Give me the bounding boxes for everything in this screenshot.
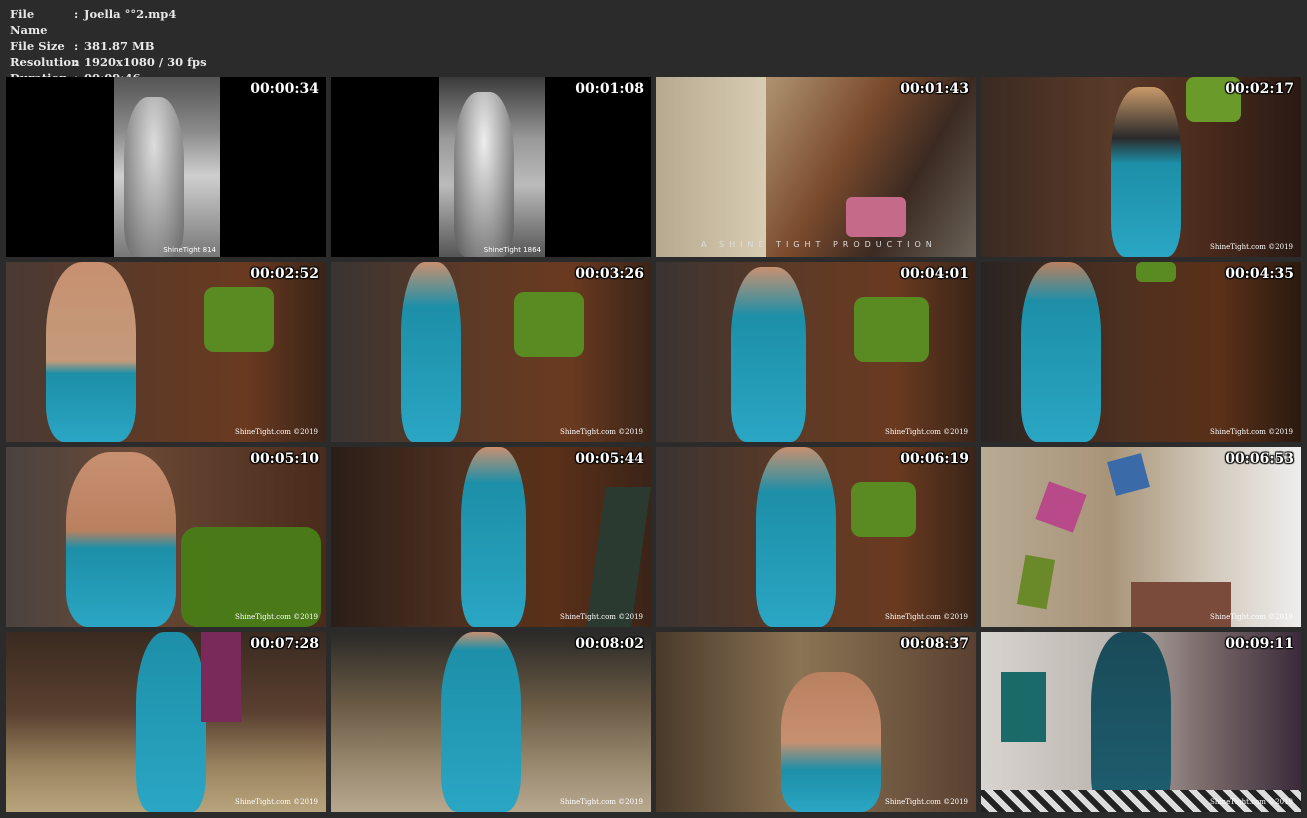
clothing-pile xyxy=(846,197,906,237)
thumbnail[interactable]: 00:01:43 A SHINE TIGHT PRODUCTION xyxy=(656,77,976,257)
thumbnail[interactable]: 00:06:19 ShineTight.com ©2019 xyxy=(656,447,976,627)
wall-art xyxy=(1107,453,1150,496)
thumbnail[interactable]: 00:03:26 ShineTight.com ©2019 xyxy=(331,262,651,442)
stone-wall xyxy=(656,77,766,257)
thumbnail[interactable]: ShineTight 1864 00:01:08 xyxy=(331,77,651,257)
watermark: ShineTight.com ©2019 xyxy=(560,613,643,621)
thumbnail[interactable]: 00:09:11 ShineTight.com ©2019 xyxy=(981,632,1301,812)
timestamp: 00:08:02 xyxy=(575,636,644,652)
file-info-header: File Name : Joella °°2.mp4 File Size : 3… xyxy=(10,6,207,86)
file-size-value: 381.87 MB xyxy=(84,39,155,53)
green-garment xyxy=(1136,262,1176,282)
green-garment xyxy=(514,292,584,357)
resolution-row: Resolution : 1920x1080 / 30 fps xyxy=(10,54,207,70)
thumbnail-grid: ShineTight 814 00:00:34 ShineTight 1864 … xyxy=(6,77,1301,812)
watermark: ShineTight.com ©2019 xyxy=(1210,428,1293,436)
timestamp: 00:07:28 xyxy=(250,636,319,652)
watermark: ShineTight.com ©2019 xyxy=(1210,243,1293,251)
timestamp: 00:05:10 xyxy=(250,451,319,467)
watermark: ShineTight.com ©2019 xyxy=(560,428,643,436)
watermark: ShineTight.com ©2019 xyxy=(235,428,318,436)
timestamp: 00:06:19 xyxy=(900,451,969,467)
resolution-label: Resolution xyxy=(10,55,80,69)
person-figure xyxy=(1111,87,1181,257)
thumbnail[interactable]: 00:05:10 ShineTight.com ©2019 xyxy=(6,447,326,627)
timestamp: 00:04:35 xyxy=(1225,266,1294,282)
thumbnail[interactable]: 00:02:17 ShineTight.com ©2019 xyxy=(981,77,1301,257)
timestamp: 00:00:34 xyxy=(250,81,319,97)
person-figure xyxy=(46,262,136,442)
easel-board xyxy=(586,487,651,627)
person-figure xyxy=(1021,262,1101,442)
file-size-row: File Size : 381.87 MB xyxy=(10,38,207,54)
timestamp: 00:02:17 xyxy=(1225,81,1294,97)
watermark: ShineTight.com ©2019 xyxy=(235,613,318,621)
green-garment xyxy=(854,297,929,362)
person-figure xyxy=(781,672,881,812)
resolution-value: 1920x1080 / 30 fps xyxy=(84,55,207,69)
person-figure xyxy=(1091,632,1171,812)
person-figure xyxy=(731,267,806,442)
timestamp: 00:04:01 xyxy=(900,266,969,282)
wall-art xyxy=(1016,554,1056,610)
frame-tag: ShineTight 1864 xyxy=(483,246,541,254)
thumbnail[interactable]: 00:08:02 ShineTight.com ©2019 xyxy=(331,632,651,812)
timestamp: 00:09:11 xyxy=(1225,636,1294,652)
thumbnail[interactable]: 00:02:52 ShineTight.com ©2019 xyxy=(6,262,326,442)
person-figure xyxy=(461,447,526,627)
file-name-label: File Name xyxy=(10,7,48,37)
separator: : xyxy=(74,7,79,21)
watermark: ShineTight.com ©2019 xyxy=(235,798,318,806)
vertical-frame: ShineTight 814 xyxy=(114,77,220,257)
person-figure xyxy=(441,632,521,812)
timestamp: 00:02:52 xyxy=(250,266,319,282)
timestamp: 00:05:44 xyxy=(575,451,644,467)
file-size-label: File Size xyxy=(10,39,65,53)
timestamp: 00:08:37 xyxy=(900,636,969,652)
person-figure xyxy=(454,92,514,257)
watermark: ShineTight.com ©2019 xyxy=(885,613,968,621)
wall-art xyxy=(1035,481,1087,533)
person-figure xyxy=(66,452,176,627)
thumbnail[interactable]: 00:04:35 ShineTight.com ©2019 xyxy=(981,262,1301,442)
person-figure xyxy=(401,262,461,442)
production-title: A SHINE TIGHT PRODUCTION xyxy=(701,240,937,249)
vertical-frame: ShineTight 1864 xyxy=(439,77,545,257)
shirt-display xyxy=(1001,672,1046,742)
separator: : xyxy=(74,39,79,53)
thumbnail[interactable]: 00:05:44 ShineTight.com ©2019 xyxy=(331,447,651,627)
timestamp: 00:03:26 xyxy=(575,266,644,282)
green-garment xyxy=(181,527,321,627)
green-garment xyxy=(851,482,916,537)
watermark: ShineTight.com ©2019 xyxy=(885,798,968,806)
timestamp: 00:06:53 xyxy=(1225,451,1294,467)
thumbnail[interactable]: ShineTight 814 00:00:34 xyxy=(6,77,326,257)
timestamp: 00:01:08 xyxy=(575,81,644,97)
person-figure xyxy=(756,447,836,627)
frame-tag: ShineTight 814 xyxy=(163,246,216,254)
watermark: ShineTight.com ©2019 xyxy=(1210,613,1293,621)
person-figure xyxy=(136,632,206,812)
watermark: ShineTight.com ©2019 xyxy=(1210,798,1293,806)
watermark: ShineTight.com ©2019 xyxy=(885,428,968,436)
thumbnail[interactable]: 00:08:37 ShineTight.com ©2019 xyxy=(656,632,976,812)
separator: : xyxy=(74,55,79,69)
file-name-row: File Name : Joella °°2.mp4 xyxy=(10,6,207,38)
thumbnail[interactable]: 00:06:53 ShineTight.com ©2019 xyxy=(981,447,1301,627)
shop-display xyxy=(201,632,241,722)
green-garment xyxy=(204,287,274,352)
watermark: ShineTight.com ©2019 xyxy=(560,798,643,806)
thumbnail[interactable]: 00:04:01 ShineTight.com ©2019 xyxy=(656,262,976,442)
person-figure xyxy=(124,97,184,257)
file-name-value: Joella °°2.mp4 xyxy=(84,7,177,21)
timestamp: 00:01:43 xyxy=(900,81,969,97)
thumbnail[interactable]: 00:07:28 ShineTight.com ©2019 xyxy=(6,632,326,812)
